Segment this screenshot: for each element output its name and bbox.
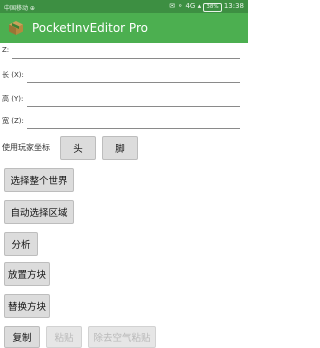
width-field-row: 宽 (Z): [2, 116, 242, 130]
green-box-icon [9, 21, 23, 35]
width-label: 宽 (Z): [2, 117, 24, 125]
select-world-button[interactable]: 选择整个世界 [4, 168, 74, 192]
replace-block-button[interactable]: 替换方块 [4, 294, 50, 318]
place-block-button[interactable]: 放置方块 [4, 262, 50, 286]
z-field-row: Z: [2, 46, 242, 60]
auto-select-button[interactable]: 自动选择区域 [4, 200, 74, 224]
player-coords-label: 使用玩家坐标 [2, 143, 50, 152]
battery-icon: 38% [203, 3, 222, 12]
height-input[interactable] [27, 99, 240, 107]
height-field-row: 高 (Y): [2, 94, 242, 108]
battery-level: 38% [206, 4, 219, 10]
length-label: 长 (X): [2, 71, 24, 79]
analyze-button[interactable]: 分析 [4, 232, 38, 256]
paste-button[interactable]: 粘贴 [46, 326, 82, 348]
height-label: 高 (Y): [2, 95, 24, 103]
z-input[interactable] [12, 51, 240, 59]
width-input[interactable] [27, 121, 240, 129]
copy-button[interactable]: 复制 [4, 326, 40, 348]
z-label: Z: [2, 46, 10, 54]
carrier-label: 中国移动 ⊕ [4, 5, 35, 12]
status-icons: ✉ ⚬ 4G ▴ 38% 13:38 [169, 2, 244, 12]
length-field-row: 长 (X): [2, 70, 242, 84]
clock: 13:38 [223, 2, 244, 10]
app-bar: PocketInvEditor Pro [0, 13, 248, 43]
feet-button[interactable]: 脚 [102, 136, 138, 160]
app-title: PocketInvEditor Pro [32, 21, 148, 35]
head-button[interactable]: 头 [60, 136, 96, 160]
length-input[interactable] [27, 75, 240, 83]
paste-no-air-button[interactable]: 除去空气粘贴 [88, 326, 156, 348]
status-bar: 中国移动 ⊕ ✉ ⚬ 4G ▴ 38% 13:38 [0, 0, 248, 13]
status-glyphs: ✉ ⚬ 4G ▴ [169, 2, 202, 10]
